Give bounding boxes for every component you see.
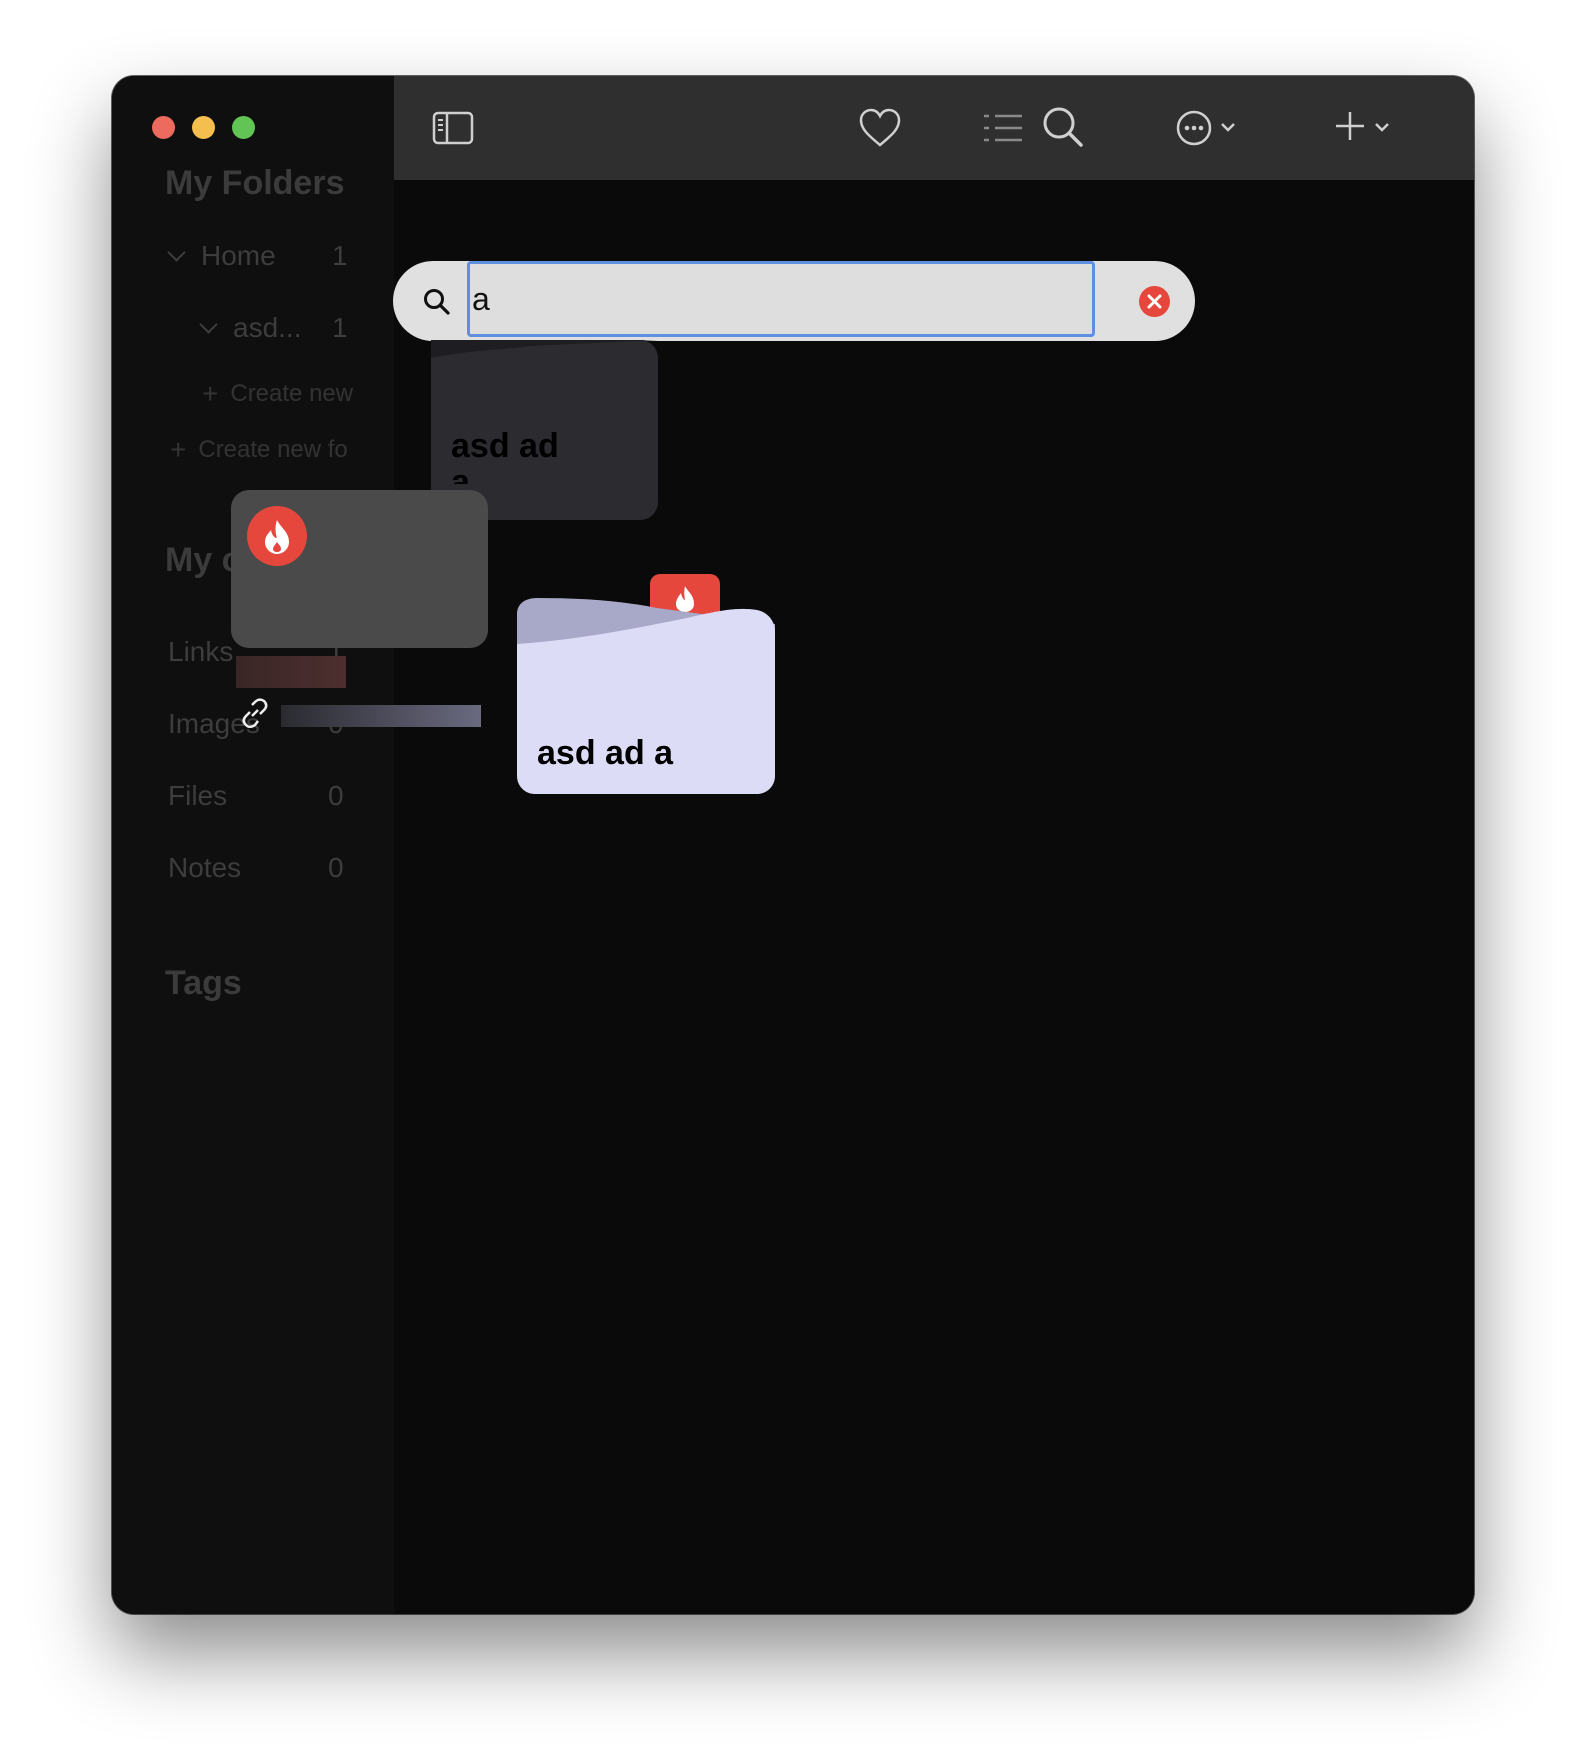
folder-card-title: asd ad a	[537, 734, 674, 772]
sidebar-item-links[interactable]: Links	[168, 636, 233, 668]
sidebar-item-label: asd...	[233, 312, 302, 343]
tags-heading: Tags	[165, 964, 242, 1002]
close-icon	[1147, 294, 1162, 309]
drag-preview-card	[231, 490, 488, 648]
folders-heading: My Folders	[165, 164, 345, 202]
create-folder-label: Create new fo	[198, 436, 348, 463]
sidebar-item-files[interactable]: Files	[168, 780, 227, 812]
sidebar-toggle-icon[interactable]	[432, 111, 474, 145]
close-window-button[interactable]	[152, 116, 175, 139]
toolbar	[394, 76, 1474, 180]
search-icon	[424, 289, 450, 315]
sidebar-item-home[interactable]: Home	[167, 240, 276, 272]
minimize-window-button[interactable]	[192, 116, 215, 139]
sidebar-item-count: 1	[332, 312, 348, 343]
heart-icon[interactable]	[858, 108, 902, 148]
sidebar-item-asd[interactable]: asd...	[199, 312, 302, 344]
collections-heading: My c	[165, 541, 241, 579]
plus-icon[interactable]	[1334, 110, 1366, 142]
drag-preview-thumbnail	[236, 656, 346, 688]
sidebar-item-count: 0	[328, 780, 344, 811]
sidebar: My Folders Home 1 asd... 1 + Create new …	[112, 76, 394, 1614]
more-icon[interactable]	[1176, 110, 1212, 146]
window-controls	[152, 116, 255, 139]
sidebar-item-label: Links	[168, 636, 234, 667]
folder-card[interactable]: asd ad a	[517, 574, 775, 794]
sidebar-item-notes[interactable]: Notes	[168, 852, 241, 884]
sidebar-item-count: 1	[332, 240, 348, 271]
create-folder-button[interactable]: + Create new fo	[170, 434, 348, 466]
app-logo-icon	[247, 506, 307, 566]
clear-search-button[interactable]	[1139, 286, 1170, 317]
folder-card-title: asd ad a	[451, 428, 559, 484]
create-subfolder-label: Create new	[230, 380, 354, 407]
search-bar	[393, 261, 1195, 341]
search-icon[interactable]	[1042, 106, 1084, 148]
chevron-down-icon[interactable]	[1220, 122, 1236, 134]
create-subfolder-button[interactable]: + Create new	[202, 378, 353, 410]
chevron-down-icon	[167, 242, 186, 262]
chevron-down-icon[interactable]	[1374, 122, 1390, 134]
drag-preview-bar	[281, 705, 481, 727]
zoom-window-button[interactable]	[232, 116, 255, 139]
plus-icon: +	[170, 434, 187, 465]
link-icon	[242, 698, 268, 728]
plus-icon: +	[202, 378, 219, 409]
sidebar-item-label: Files	[168, 780, 228, 811]
list-icon[interactable]	[982, 112, 1024, 144]
sidebar-item-label: Home	[201, 240, 276, 271]
search-input[interactable]	[467, 261, 1095, 337]
chevron-down-icon	[199, 314, 218, 334]
sidebar-item-label: Notes	[168, 852, 242, 883]
folder-tab-shape	[431, 340, 658, 358]
sidebar-item-count: 0	[328, 852, 344, 883]
